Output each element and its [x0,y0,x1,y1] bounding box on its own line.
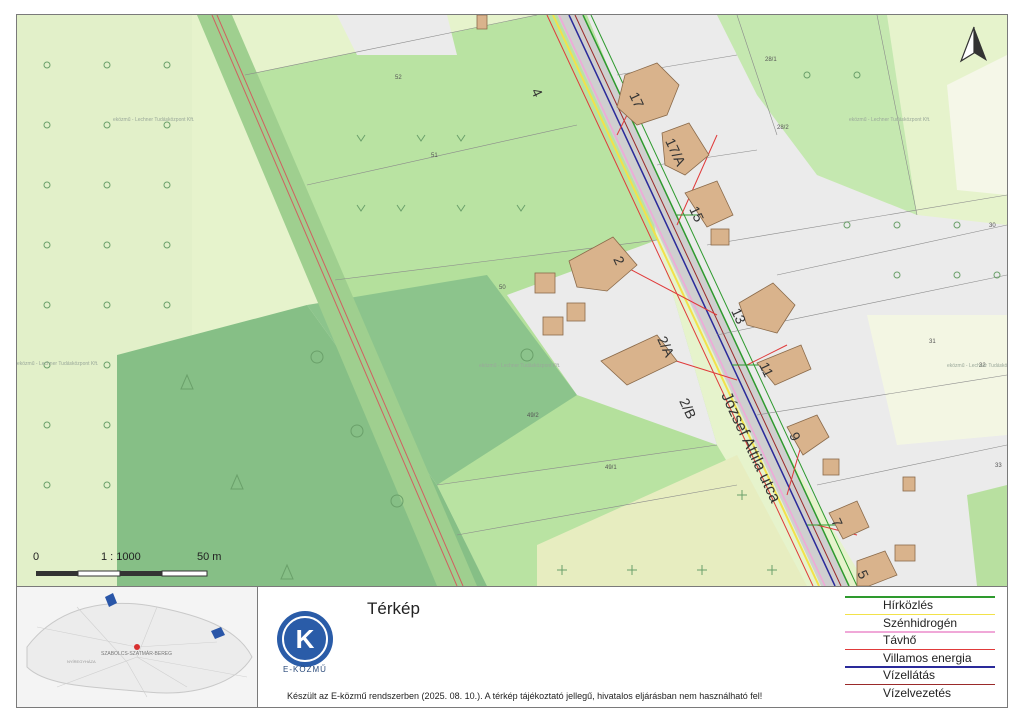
legend-item-water-supply: Vízellátás [845,665,995,683]
scale-segment-1 [36,571,78,576]
building-2-shed-1 [534,272,556,294]
minimap-location-marker [134,644,140,650]
building-small [902,476,916,492]
parcel-49-1: 49/1 [605,465,617,471]
logo-text: E-KÖZMŰ [283,665,327,674]
legend: Hírközlés Szénhidrogén Távhő Villamos en… [845,595,995,700]
watermark-2: eközmű - Lechner Tudásközpont Kft. [17,361,98,367]
north-arrow-icon [959,26,987,63]
legend-swatch [845,631,995,633]
building-2-shed-3 [542,316,564,336]
building-15-shed [710,228,730,246]
minimap-region-label: SZABOLCS-SZATMÁR-BEREG [101,650,172,657]
building-5-shed [894,544,916,562]
scale-ratio-label: 1 : 1000 [101,551,141,563]
map-sheet: József Attila utca 17 17/A 15 13 11 9 7 … [0,0,1024,724]
watermark-1: eközmű - Lechner Tudásközpont Kft. [113,117,194,123]
legend-label: Villamos energia [883,650,972,665]
parcel-51: 51 [431,153,438,159]
scale-segment-3 [120,571,162,576]
legend-item-electricity: Villamos energia [845,648,995,666]
map-frame: József Attila utca 17 17/A 15 13 11 9 7 … [16,14,1008,708]
parcel-50: 50 [499,285,506,291]
parcel-49-2: 49/2 [527,413,539,419]
building-2-shed-2 [566,302,586,322]
legend-label: Hírközlés [883,598,934,612]
logo-letter: K [296,624,315,654]
map-canvas[interactable]: József Attila utca 17 17/A 15 13 11 9 7 … [17,15,1007,586]
parcel-30: 30 [989,223,996,229]
legend-label: Vízellátás [883,668,936,682]
parcel-52: 52 [395,75,402,81]
building-top [476,15,488,30]
scale-end-label: 50 m [197,551,222,563]
parcel-33: 33 [995,463,1002,469]
legend-label: Vízelvezetés [883,685,952,700]
map-title: Térkép [367,599,420,618]
scale-zero-label: 0 [33,551,40,563]
overview-minimap[interactable]: SZABOLCS-SZATMÁR-BEREG NYÍREGYHÁZA [17,587,258,707]
legend-item-gas: Szénhidrogén [845,613,995,631]
legend-label: Szénhidrogén [883,615,958,630]
footer-panel: SZABOLCS-SZATMÁR-BEREG NYÍREGYHÁZA K E-K… [17,586,1007,707]
legend-item-district-heating: Távhő [845,630,995,648]
watermark-3: eközmű - Lechner Tudásközpont Kft. [479,363,560,369]
parcel-28-1: 28/1 [765,57,777,63]
minimap-city-label: NYÍREGYHÁZA [67,659,96,664]
legend-label: Távhő [883,633,917,647]
legend-item-telecom: Hírközlés [845,595,995,613]
scale-bar: 0 1 : 1000 50 m [33,551,225,581]
parcel-31: 31 [929,339,936,345]
scale-bar-graphic [36,570,208,577]
parcel-28-2: 28/2 [777,125,789,131]
disclaimer-note: Készült az E-közmű rendszerben (2025. 08… [287,691,763,701]
map-svg: József Attila utca 17 17/A 15 13 11 9 7 … [17,15,1007,586]
building-9-shed [822,458,840,476]
watermark-4: eközmű - Lechner Tudásközpont Kft. [849,117,930,123]
scale-segment-4 [161,570,208,577]
scale-segment-2 [77,570,121,577]
watermark-5: eközmű - Lechner Tudásközpont Kft. [947,363,1007,369]
legend-item-drainage: Vízelvezetés [845,683,995,701]
minimap-svg: SZABOLCS-SZATMÁR-BEREG NYÍREGYHÁZA [17,587,257,707]
